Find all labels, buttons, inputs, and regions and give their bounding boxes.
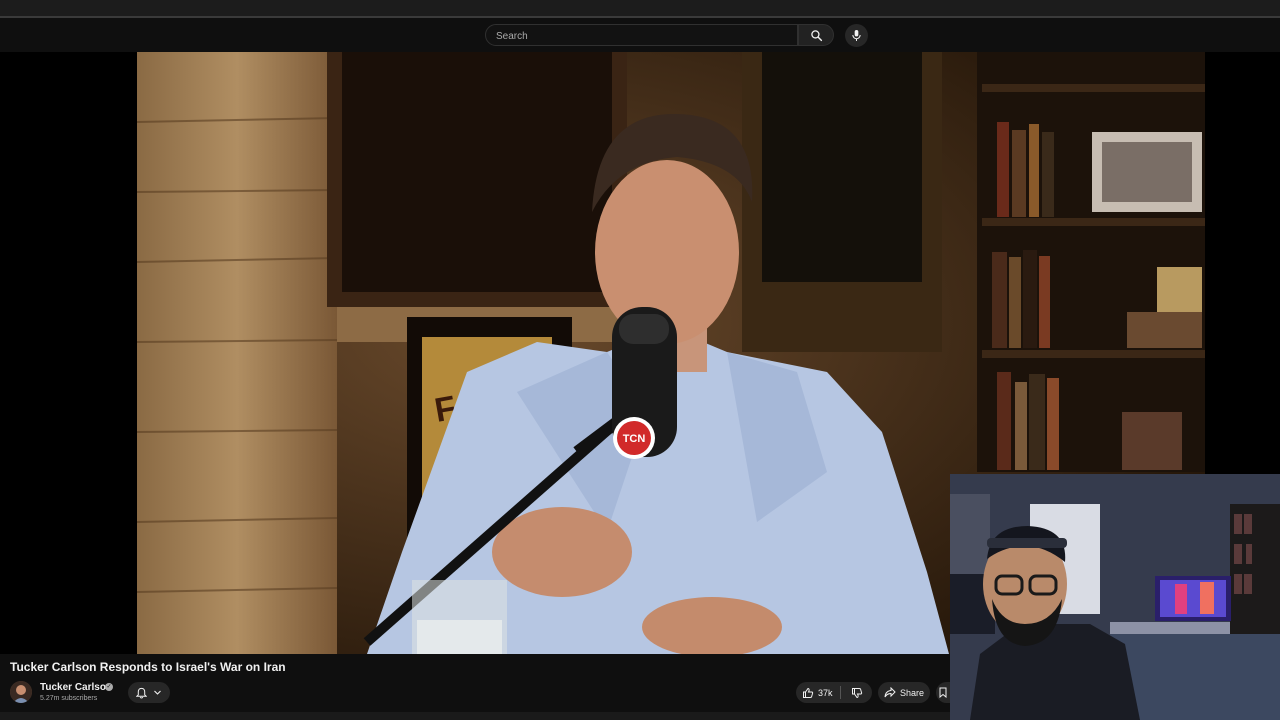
video-title: Tucker Carlson Responds to Israel's War …: [10, 660, 286, 674]
thumbs-up-icon: [803, 687, 814, 698]
mic-logo: TCN: [623, 433, 646, 445]
search-input[interactable]: [494, 27, 788, 45]
subscriber-count: 5.27m subscribers: [40, 695, 98, 702]
masthead: [0, 18, 1280, 52]
channel-avatar[interactable]: [10, 681, 32, 703]
save-button[interactable]: [936, 682, 950, 703]
search-button[interactable]: [798, 24, 834, 46]
dislike-button[interactable]: [841, 682, 872, 703]
bottom-strip: [0, 712, 950, 720]
mic-icon: [852, 30, 861, 41]
browser-top-strip: [0, 0, 1280, 18]
avatar-image: [10, 681, 32, 703]
thumbs-down-icon: [851, 687, 862, 698]
search-box[interactable]: [485, 24, 798, 46]
notifications-button[interactable]: [128, 682, 170, 703]
share-icon: [884, 687, 896, 698]
webcam-overlay: [950, 474, 1280, 720]
bell-icon: [136, 687, 147, 699]
search-icon: [810, 29, 822, 41]
bookmark-icon: [939, 687, 947, 698]
like-dislike-group: 37k: [796, 682, 872, 703]
like-button[interactable]: 37k: [796, 682, 840, 703]
share-label: Share: [899, 687, 925, 698]
voice-search-button[interactable]: [845, 24, 868, 47]
verified-icon: ✓: [105, 683, 113, 691]
like-count: 37k: [818, 687, 833, 698]
share-button[interactable]: Share: [878, 682, 930, 703]
channel-name[interactable]: Tucker Carlson: [40, 682, 112, 693]
chevron-down-icon: [154, 690, 161, 695]
